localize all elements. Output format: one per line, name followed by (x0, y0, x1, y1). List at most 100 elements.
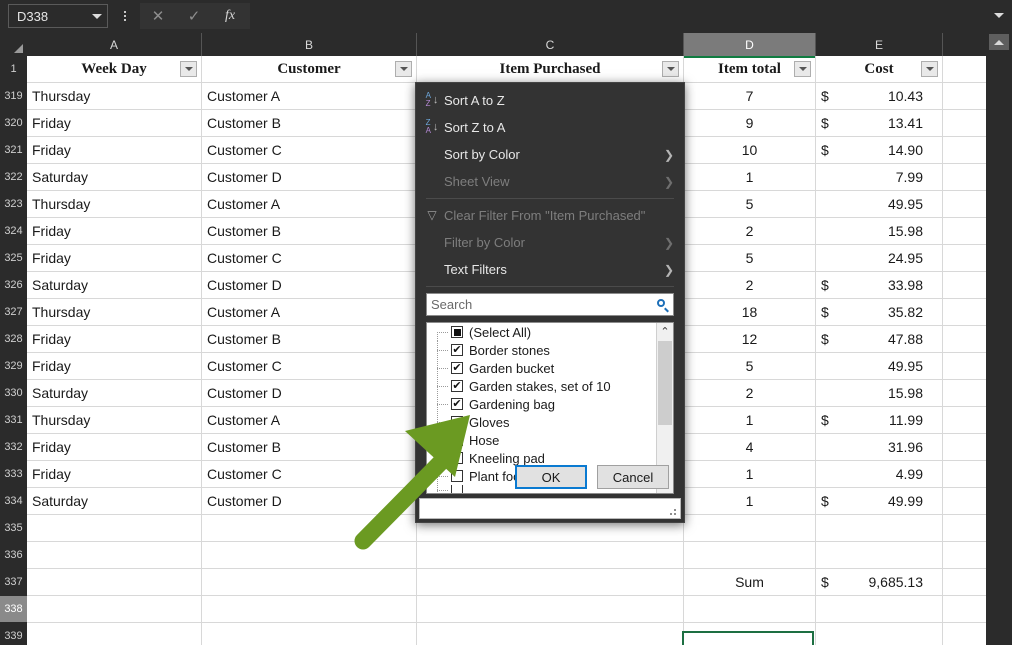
cell-D339[interactable] (684, 623, 816, 645)
cell-A330[interactable]: Saturday (27, 380, 202, 407)
cell-B323[interactable]: Customer A (202, 191, 417, 218)
checkbox-unchecked[interactable] (451, 434, 463, 446)
cell-A319[interactable]: Thursday (27, 83, 202, 110)
cell-E328[interactable]: $47.88 (816, 326, 943, 353)
cancel-entry-icon[interactable]: ✕ (140, 3, 176, 29)
checkbox-checked[interactable] (451, 362, 463, 374)
cell-D320[interactable]: 9 (684, 110, 816, 137)
filter-button-b[interactable] (395, 61, 412, 77)
cell-B335[interactable] (202, 515, 417, 542)
cell-B334[interactable]: Customer D (202, 488, 417, 515)
column-header-a[interactable]: A (27, 33, 202, 56)
name-box-dropdown-icon[interactable] (87, 5, 107, 27)
checkbox-checked[interactable] (451, 398, 463, 410)
filter-list-item[interactable]: Gardening bag (427, 395, 656, 413)
cell-D338[interactable] (684, 596, 816, 623)
row-header-329[interactable]: 329 (0, 353, 27, 380)
cell-C336[interactable] (417, 542, 684, 569)
cell-D325[interactable]: 5 (684, 245, 816, 272)
cell-D326[interactable]: 2 (684, 272, 816, 299)
row-header-1[interactable]: 1 (0, 56, 27, 83)
cancel-button[interactable]: Cancel (597, 465, 669, 489)
row-header-324[interactable]: 324 (0, 218, 27, 245)
cell-B337[interactable] (202, 569, 417, 596)
cell-D336[interactable] (684, 542, 816, 569)
filter-list-item[interactable]: (Select All) (427, 323, 656, 341)
search-icon[interactable] (651, 294, 673, 315)
row-header-322[interactable]: 322 (0, 164, 27, 191)
expand-formula-bar-icon[interactable] (992, 8, 1006, 22)
filter-search-box[interactable] (426, 293, 674, 316)
cell-B328[interactable]: Customer B (202, 326, 417, 353)
checkbox-unchecked[interactable] (451, 416, 463, 428)
cell-B333[interactable]: Customer C (202, 461, 417, 488)
filter-button-d[interactable] (794, 61, 811, 77)
cell-E336[interactable] (816, 542, 943, 569)
search-input[interactable] (427, 294, 651, 315)
cell-D322[interactable]: 1 (684, 164, 816, 191)
menu-item-sort-by-color[interactable]: Sort by Color❯ (416, 141, 684, 168)
cell-B331[interactable]: Customer A (202, 407, 417, 434)
cell-E325[interactable]: 24.95 (816, 245, 943, 272)
row-header-321[interactable]: 321 (0, 137, 27, 164)
cell-D335[interactable] (684, 515, 816, 542)
cell-D323[interactable]: 5 (684, 191, 816, 218)
cell-E337[interactable]: $9,685.13 (816, 569, 943, 596)
cell-E333[interactable]: 4.99 (816, 461, 943, 488)
cell-E339[interactable] (816, 623, 943, 645)
cell-E319[interactable]: $10.43 (816, 83, 943, 110)
cell-C337[interactable] (417, 569, 684, 596)
cell-D329[interactable]: 5 (684, 353, 816, 380)
cell-A323[interactable]: Thursday (27, 191, 202, 218)
row-header-337[interactable]: 337 (0, 569, 27, 596)
cell-D337[interactable]: Sum (684, 569, 816, 596)
cell-C339[interactable] (417, 623, 684, 645)
filter-button-e[interactable] (921, 61, 938, 77)
menu-item-text-filters[interactable]: Text Filters❯ (416, 256, 684, 283)
cell-D319[interactable]: 7 (684, 83, 816, 110)
cell-E327[interactable]: $35.82 (816, 299, 943, 326)
formula-input[interactable] (255, 3, 986, 29)
cell-E321[interactable]: $14.90 (816, 137, 943, 164)
column-header-e[interactable]: E (816, 33, 943, 56)
list-scroll-up-icon[interactable]: ⌃ (657, 323, 673, 340)
confirm-entry-icon[interactable]: ✓ (176, 3, 212, 29)
filter-button-c[interactable] (662, 61, 679, 77)
name-box[interactable]: D338 (8, 4, 108, 28)
cell-B338[interactable] (202, 596, 417, 623)
checkbox-partial[interactable] (451, 326, 463, 338)
cell-A320[interactable]: Friday (27, 110, 202, 137)
cell-E338[interactable] (816, 596, 943, 623)
cell-A321[interactable]: Friday (27, 137, 202, 164)
checkbox-checked[interactable] (451, 380, 463, 392)
row-header-336[interactable]: 336 (0, 542, 27, 569)
filter-list-item[interactable]: Garden bucket (427, 359, 656, 377)
cell-D321[interactable]: 10 (684, 137, 816, 164)
row-header-326[interactable]: 326 (0, 272, 27, 299)
cell-B326[interactable]: Customer D (202, 272, 417, 299)
more-options-icon[interactable] (118, 6, 132, 26)
cell-A338[interactable] (27, 596, 202, 623)
cell-C338[interactable] (417, 596, 684, 623)
cell-A335[interactable] (27, 515, 202, 542)
column-header-d[interactable]: D (684, 33, 816, 56)
filter-button-a[interactable] (180, 61, 197, 77)
cell-D324[interactable]: 2 (684, 218, 816, 245)
row-header-335[interactable]: 335 (0, 515, 27, 542)
cell-B329[interactable]: Customer C (202, 353, 417, 380)
insert-function-icon[interactable]: fx (212, 3, 248, 29)
cell-B327[interactable]: Customer A (202, 299, 417, 326)
cell-E324[interactable]: 15.98 (816, 218, 943, 245)
list-scroll-thumb[interactable] (658, 341, 672, 425)
filter-list-item[interactable]: Hose (427, 431, 656, 449)
cell-A334[interactable]: Saturday (27, 488, 202, 515)
cell-A331[interactable]: Thursday (27, 407, 202, 434)
cell-A325[interactable]: Friday (27, 245, 202, 272)
cell-A328[interactable]: Friday (27, 326, 202, 353)
row-header-328[interactable]: 328 (0, 326, 27, 353)
cell-E334[interactable]: $49.99 (816, 488, 943, 515)
cell-A327[interactable]: Thursday (27, 299, 202, 326)
cell-E326[interactable]: $33.98 (816, 272, 943, 299)
row-header-333[interactable]: 333 (0, 461, 27, 488)
cell-A322[interactable]: Saturday (27, 164, 202, 191)
